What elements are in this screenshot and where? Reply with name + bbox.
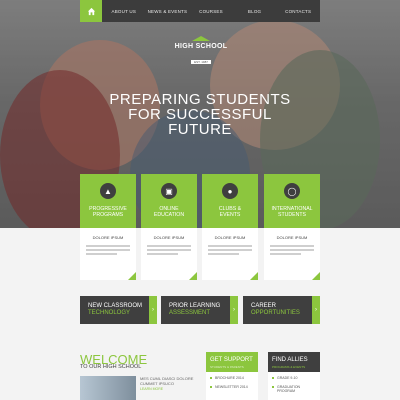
feature-card-clubs[interactable]: ● CLUBS & EVENTS DOLORE IPSUM [202,174,258,280]
graduation-cap-icon: ▲ [100,183,116,199]
card-subtitle: DOLORE IPSUM [214,235,246,240]
support-title: GET SUPPORT [210,357,253,363]
nav-news-events[interactable]: NEWS & EVENTS [146,0,190,22]
feature-card-online[interactable]: ▣ ONLINE EDUCATION DOLORE IPSUM [141,174,197,280]
welcome-text: MES CUML DIASCI DOLORE CUMMET IPSUCO [140,376,194,386]
card-text [86,245,130,255]
banner-career[interactable]: CAREER OPPORTUNITIES › [243,296,320,324]
hero-headline-line: FOR SUCCESSFUL [128,106,272,123]
allies-subtitle: PROGRAMS & EVENTS [272,365,306,369]
card-text [208,245,252,255]
nav-blog[interactable]: BLOG [233,0,277,22]
allies-title: FIND ALLIES [272,357,308,363]
card-header: ▣ ONLINE EDUCATION [141,174,197,228]
card-header: ◯ INTERNATIONAL STUDENTS [264,174,320,228]
site-logo[interactable]: HIGH SCHOOL EST. 1987 [171,36,231,68]
allies-item[interactable]: GRADUATION PROGRAM [272,385,316,393]
card-title: INTERNATIONAL STUDENTS [271,206,313,218]
nav-contacts[interactable]: CONTACTS [276,0,320,22]
card-corner [128,272,136,280]
support-subtitle: STUDENTS & PARENTS [210,365,244,369]
logo-est: EST. 1987 [191,60,211,64]
feature-cards: ▲ PROGRESSIVE PROGRAMS DOLORE IPSUM ▣ ONL… [80,174,320,280]
banner-title: CAREER [251,303,277,309]
support-item[interactable]: NEWSLETTER 2014 [210,385,254,389]
card-corner [189,272,197,280]
banner-subtitle: OPPORTUNITIES [251,310,300,316]
support-item[interactable]: BROCHURE 2014 [210,376,254,380]
main-nav: ABOUT US NEWS & EVENTS COURSES BLOG CONT… [80,0,320,22]
banner-classroom-technology[interactable]: NEW CLASSROOM TECHNOLOGY › [80,296,157,324]
card-title: CLUBS & EVENTS [218,206,242,218]
hero-headline-line: FUTURE [168,121,232,138]
welcome-subtitle: TO OUR HIGH SCHOOL [80,364,142,370]
chevron-right-icon: › [312,296,320,324]
support-list: BROCHURE 2014 NEWSLETTER 2014 [206,372,258,389]
banner-subtitle: TECHNOLOGY [88,310,131,316]
chevron-right-icon: › [149,296,157,324]
allies-list: GRADE 9-10 GRADUATION PROGRAM [268,372,320,393]
banner-prior-learning[interactable]: PRIOR LEARNING ASSESSMENT › [161,296,238,324]
card-text [147,245,191,255]
card-title: ONLINE EDUCATION [153,206,185,218]
graduation-cap-icon [192,36,210,41]
banner-title: PRIOR LEARNING [169,303,221,309]
learn-more-link[interactable]: LEARN MORE [140,387,163,391]
allies-header: FIND ALLIES PROGRAMS & EVENTS [268,352,320,372]
nav-about-us[interactable]: ABOUT US [102,0,146,22]
card-text [270,245,314,255]
card-subtitle: DOLORE IPSUM [153,235,185,240]
banner-subtitle: ASSESSMENT [169,310,211,316]
logo-name: HIGH SCHOOL [174,43,228,50]
welcome-photo [80,376,136,400]
hero-headline: PREPARING STUDENTS FOR SUCCESSFUL FUTURE [100,92,300,137]
home-icon [87,7,95,15]
monitor-icon: ▣ [161,183,177,199]
home-button[interactable] [80,0,102,22]
card-subtitle: DOLORE IPSUM [92,235,124,240]
people-icon: ● [222,183,238,199]
card-title: PROGRESSIVE PROGRAMS [89,206,127,218]
nav-courses[interactable]: COURSES [189,0,233,22]
feature-card-programs[interactable]: ▲ PROGRESSIVE PROGRAMS DOLORE IPSUM [80,174,136,280]
card-header: ● CLUBS & EVENTS [202,174,258,228]
banner-title: NEW CLASSROOM [88,303,143,309]
card-corner [250,272,258,280]
globe-icon: ◯ [284,183,300,199]
chevron-right-icon: › [230,296,238,324]
feature-card-international[interactable]: ◯ INTERNATIONAL STUDENTS DOLORE IPSUM [264,174,320,280]
hero-headline-line: PREPARING STUDENTS [109,91,291,108]
support-header: GET SUPPORT STUDENTS & PARENTS [206,352,258,372]
support-box: GET SUPPORT STUDENTS & PARENTS BROCHURE … [206,352,258,400]
allies-item[interactable]: GRADE 9-10 [272,376,316,380]
card-corner [312,272,320,280]
card-subtitle: DOLORE IPSUM [276,235,308,240]
card-header: ▲ PROGRESSIVE PROGRAMS [80,174,136,228]
allies-box: FIND ALLIES PROGRAMS & EVENTS GRADE 9-10… [268,352,320,400]
